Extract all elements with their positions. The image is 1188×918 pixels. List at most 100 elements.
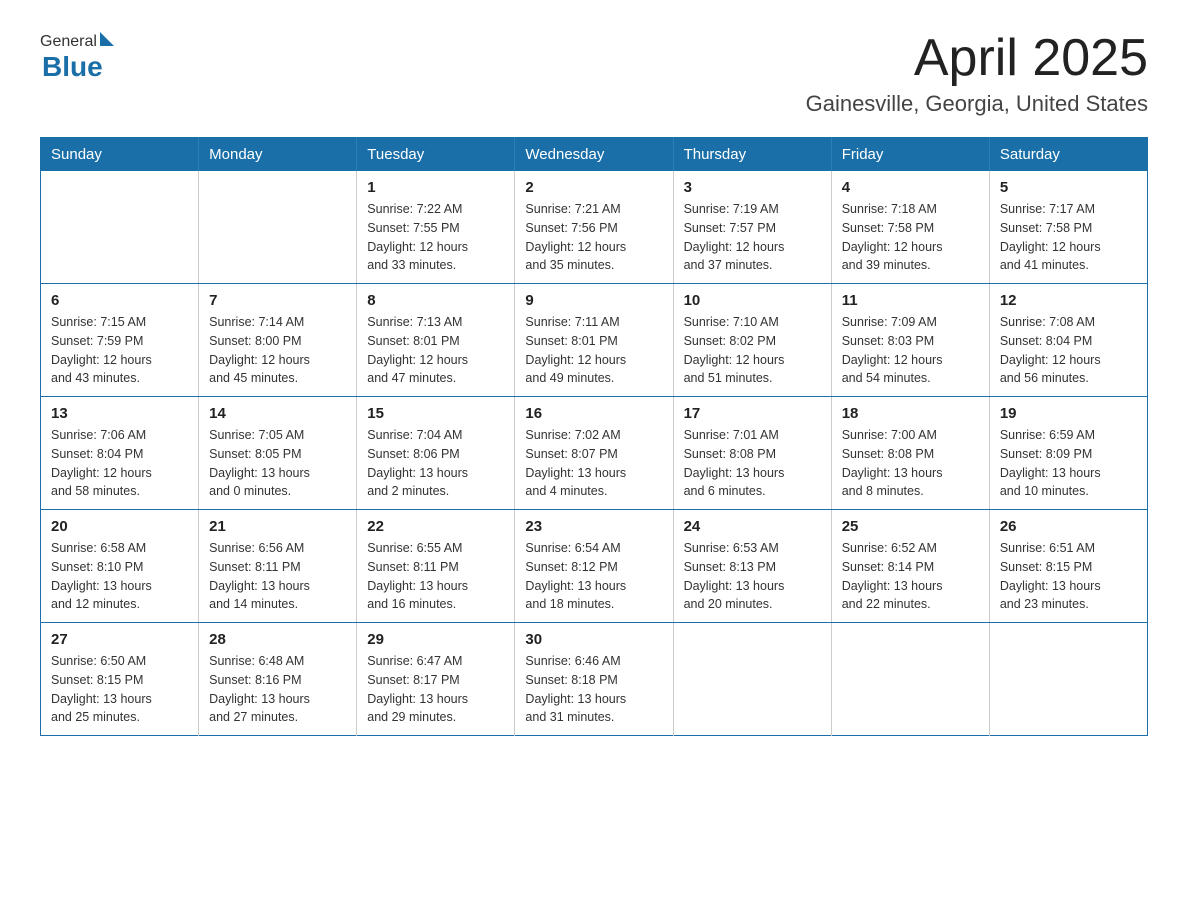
calendar-day-cell: 13Sunrise: 7:06 AMSunset: 8:04 PMDayligh… (41, 397, 199, 510)
calendar-day-cell: 25 Sunrise: 6:52 AMSunset: 8:14 PMDayligh… (831, 510, 989, 623)
day-number: 5 (1000, 179, 1137, 196)
day-number: 16 (525, 405, 662, 422)
calendar-week-row: 27Sunrise: 6:50 AMSunset: 8:15 PMDayligh… (41, 623, 1148, 736)
calendar-day-cell: 2 Sunrise: 7:21 AMSunset: 7:56 PMDaylight… (515, 171, 673, 284)
day-info: Sunrise: 6:50 AMSunset: 8:15 PMDaylight:… (51, 652, 188, 727)
day-number: 10 (684, 292, 821, 309)
day-number: 30 (525, 631, 662, 648)
weekday-header: Friday (831, 138, 989, 172)
calendar-day-cell: 15Sunrise: 7:04 AMSunset: 8:06 PMDayligh… (357, 397, 515, 510)
day-number: 21 (209, 518, 346, 535)
calendar-day-cell: 23 Sunrise: 6:54 AMSunset: 8:12 PMDayligh… (515, 510, 673, 623)
calendar-day-cell: 22Sunrise: 6:55 AMSunset: 8:11 PMDayligh… (357, 510, 515, 623)
day-info: Sunrise: 7:22 AMSunset: 7:55 PMDaylight:… (367, 200, 504, 275)
calendar-day-cell (831, 623, 989, 736)
day-info: Sunrise: 6:52 AMSunset: 8:14 PMDaylight:… (842, 539, 979, 614)
weekday-header: Wednesday (515, 138, 673, 172)
day-info: Sunrise: 7:21 AMSunset: 7:56 PMDaylight:… (525, 200, 662, 275)
day-number: 14 (209, 405, 346, 422)
day-info: Sunrise: 7:18 AMSunset: 7:58 PMDaylight:… (842, 200, 979, 275)
calendar-day-cell (41, 171, 199, 284)
day-info: Sunrise: 6:54 AMSunset: 8:12 PMDaylight:… (525, 539, 662, 614)
day-info: Sunrise: 6:48 AMSunset: 8:16 PMDaylight:… (209, 652, 346, 727)
calendar-day-cell: 3 Sunrise: 7:19 AMSunset: 7:57 PMDaylight… (673, 171, 831, 284)
logo: General Blue (40, 30, 114, 83)
day-number: 23 (525, 518, 662, 535)
calendar-day-cell: 9Sunrise: 7:11 AMSunset: 8:01 PMDaylight… (515, 284, 673, 397)
calendar-week-row: 6Sunrise: 7:15 AMSunset: 7:59 PMDaylight… (41, 284, 1148, 397)
day-number: 2 (525, 179, 662, 196)
day-info: Sunrise: 7:15 AMSunset: 7:59 PMDaylight:… (51, 313, 188, 388)
day-info: Sunrise: 7:05 AMSunset: 8:05 PMDaylight:… (209, 426, 346, 501)
day-number: 3 (684, 179, 821, 196)
logo-blue-text: Blue (42, 51, 103, 83)
calendar-day-cell: 16 Sunrise: 7:02 AMSunset: 8:07 PMDayligh… (515, 397, 673, 510)
calendar-day-cell: 4Sunrise: 7:18 AMSunset: 7:58 PMDaylight… (831, 171, 989, 284)
day-number: 20 (51, 518, 188, 535)
calendar-day-cell: 29Sunrise: 6:47 AMSunset: 8:17 PMDayligh… (357, 623, 515, 736)
day-info: Sunrise: 7:02 AMSunset: 8:07 PMDaylight:… (525, 426, 662, 501)
weekday-header: Saturday (989, 138, 1147, 172)
calendar-week-row: 1 Sunrise: 7:22 AMSunset: 7:55 PMDaylight… (41, 171, 1148, 284)
title-block: April 2025 Gainesville, Georgia, United … (806, 30, 1148, 117)
calendar-header-row: SundayMondayTuesdayWednesdayThursdayFrid… (41, 138, 1148, 172)
day-info: Sunrise: 7:13 AMSunset: 8:01 PMDaylight:… (367, 313, 504, 388)
calendar-day-cell: 21 Sunrise: 6:56 AMSunset: 8:11 PMDayligh… (199, 510, 357, 623)
logo-arrow-icon (100, 32, 114, 46)
calendar-day-cell: 28 Sunrise: 6:48 AMSunset: 8:16 PMDayligh… (199, 623, 357, 736)
day-info: Sunrise: 6:47 AMSunset: 8:17 PMDaylight:… (367, 652, 504, 727)
calendar-day-cell: 17Sunrise: 7:01 AMSunset: 8:08 PMDayligh… (673, 397, 831, 510)
calendar-day-cell: 20 Sunrise: 6:58 AMSunset: 8:10 PMDayligh… (41, 510, 199, 623)
calendar-week-row: 13Sunrise: 7:06 AMSunset: 8:04 PMDayligh… (41, 397, 1148, 510)
day-number: 28 (209, 631, 346, 648)
weekday-header: Sunday (41, 138, 199, 172)
page-header: General Blue April 2025 Gainesville, Geo… (40, 30, 1148, 117)
day-number: 24 (684, 518, 821, 535)
calendar-day-cell (673, 623, 831, 736)
calendar-day-cell: 14 Sunrise: 7:05 AMSunset: 8:05 PMDayligh… (199, 397, 357, 510)
calendar-day-cell: 19 Sunrise: 6:59 AMSunset: 8:09 PMDayligh… (989, 397, 1147, 510)
weekday-header: Monday (199, 138, 357, 172)
day-number: 11 (842, 292, 979, 309)
calendar-day-cell: 26Sunrise: 6:51 AMSunset: 8:15 PMDayligh… (989, 510, 1147, 623)
calendar-day-cell: 6Sunrise: 7:15 AMSunset: 7:59 PMDaylight… (41, 284, 199, 397)
calendar-day-cell: 18 Sunrise: 7:00 AMSunset: 8:08 PMDayligh… (831, 397, 989, 510)
day-info: Sunrise: 6:46 AMSunset: 8:18 PMDaylight:… (525, 652, 662, 727)
calendar-day-cell: 11 Sunrise: 7:09 AMSunset: 8:03 PMDayligh… (831, 284, 989, 397)
day-info: Sunrise: 7:10 AMSunset: 8:02 PMDaylight:… (684, 313, 821, 388)
day-info: Sunrise: 7:08 AMSunset: 8:04 PMDaylight:… (1000, 313, 1137, 388)
calendar-day-cell: 5 Sunrise: 7:17 AMSunset: 7:58 PMDaylight… (989, 171, 1147, 284)
calendar-day-cell: 7Sunrise: 7:14 AMSunset: 8:00 PMDaylight… (199, 284, 357, 397)
calendar-day-cell: 27Sunrise: 6:50 AMSunset: 8:15 PMDayligh… (41, 623, 199, 736)
day-number: 1 (367, 179, 504, 196)
calendar-day-cell: 1 Sunrise: 7:22 AMSunset: 7:55 PMDaylight… (357, 171, 515, 284)
calendar-day-cell: 30 Sunrise: 6:46 AMSunset: 8:18 PMDayligh… (515, 623, 673, 736)
day-info: Sunrise: 6:53 AMSunset: 8:13 PMDaylight:… (684, 539, 821, 614)
page-title: April 2025 (806, 30, 1148, 87)
day-number: 7 (209, 292, 346, 309)
day-number: 18 (842, 405, 979, 422)
calendar-day-cell: 12 Sunrise: 7:08 AMSunset: 8:04 PMDayligh… (989, 284, 1147, 397)
day-number: 12 (1000, 292, 1137, 309)
page-subtitle: Gainesville, Georgia, United States (806, 91, 1148, 117)
weekday-header: Tuesday (357, 138, 515, 172)
day-info: Sunrise: 6:58 AMSunset: 8:10 PMDaylight:… (51, 539, 188, 614)
day-info: Sunrise: 7:17 AMSunset: 7:58 PMDaylight:… (1000, 200, 1137, 275)
weekday-header: Thursday (673, 138, 831, 172)
day-info: Sunrise: 6:59 AMSunset: 8:09 PMDaylight:… (1000, 426, 1137, 501)
day-info: Sunrise: 7:00 AMSunset: 8:08 PMDaylight:… (842, 426, 979, 501)
day-number: 13 (51, 405, 188, 422)
day-info: Sunrise: 7:09 AMSunset: 8:03 PMDaylight:… (842, 313, 979, 388)
logo-general-text: General (40, 33, 97, 51)
calendar-week-row: 20 Sunrise: 6:58 AMSunset: 8:10 PMDayligh… (41, 510, 1148, 623)
day-info: Sunrise: 7:19 AMSunset: 7:57 PMDaylight:… (684, 200, 821, 275)
day-number: 19 (1000, 405, 1137, 422)
calendar-day-cell: 10 Sunrise: 7:10 AMSunset: 8:02 PMDayligh… (673, 284, 831, 397)
calendar-day-cell: 24 Sunrise: 6:53 AMSunset: 8:13 PMDayligh… (673, 510, 831, 623)
calendar-table: SundayMondayTuesdayWednesdayThursdayFrid… (40, 137, 1148, 736)
day-number: 9 (525, 292, 662, 309)
calendar-day-cell: 8Sunrise: 7:13 AMSunset: 8:01 PMDaylight… (357, 284, 515, 397)
day-number: 25 (842, 518, 979, 535)
day-info: Sunrise: 6:56 AMSunset: 8:11 PMDaylight:… (209, 539, 346, 614)
day-info: Sunrise: 6:55 AMSunset: 8:11 PMDaylight:… (367, 539, 504, 614)
